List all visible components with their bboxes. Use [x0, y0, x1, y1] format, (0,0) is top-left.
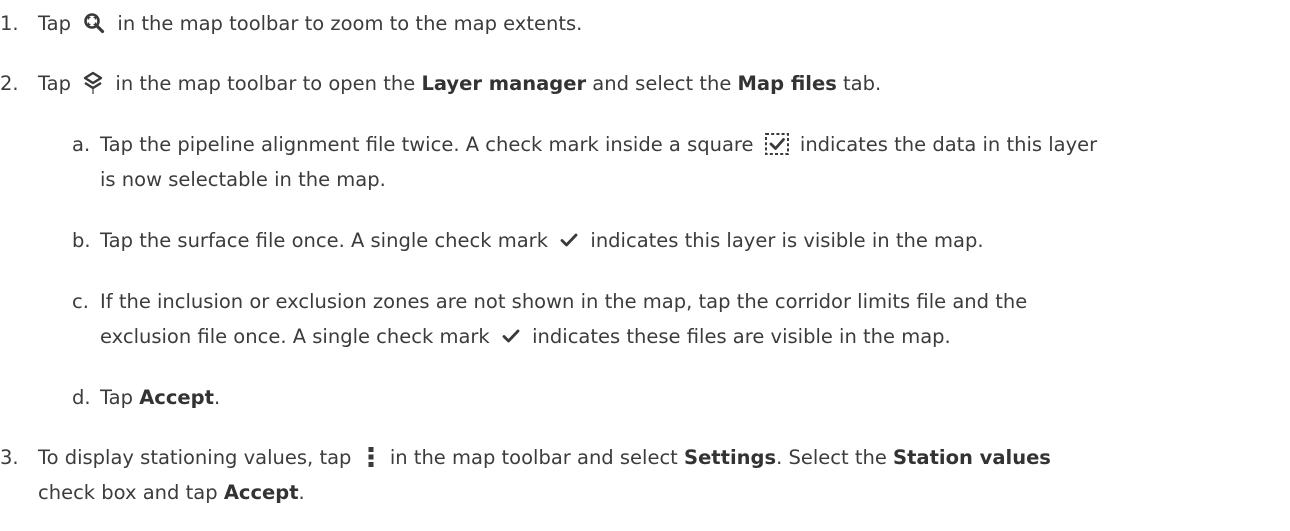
- layers-icon: [83, 71, 103, 95]
- step-2-text-f: tab.: [843, 72, 882, 95]
- substep-c-line2-post: indicates these files are visible in the…: [532, 325, 951, 348]
- substep-c-line2-pre: exclusion file once. A single check mark: [100, 325, 490, 348]
- selectable-check-icon: [764, 132, 790, 156]
- map-files-tab-label: Map files: [737, 72, 837, 95]
- substep-d-text-pre: Tap: [100, 386, 134, 409]
- substep-letter: b.: [72, 229, 91, 252]
- zoom-extents-icon: [83, 12, 105, 34]
- step-3-text-a: To display stationing values, tap: [38, 446, 352, 469]
- step-2-text-b: in the map toolbar to open the: [115, 72, 416, 95]
- step-1-text-b: in the map toolbar to zoom to the map ex…: [117, 12, 583, 35]
- substep-a-line1: Tap the pipeline alignment file twice. A…: [100, 133, 754, 156]
- accept-label: Accept: [223, 481, 299, 504]
- substep-b-text-post: indicates this layer is visible in the m…: [590, 229, 984, 252]
- layer-manager-label: Layer manager: [421, 72, 587, 95]
- accept-label: Accept: [139, 386, 214, 409]
- step-1-text-a: Tap: [38, 12, 72, 35]
- step-number: 3.: [0, 446, 19, 469]
- substep-b-text-pre: Tap the surface file once. A single chec…: [100, 229, 548, 252]
- step-2-text-a: Tap: [38, 72, 72, 95]
- substep-c-line1: If the inclusion or exclusion zones are …: [100, 290, 1028, 313]
- step-2-text-d: and select the: [592, 72, 732, 95]
- step-3-line2-a: check box and tap: [38, 481, 218, 504]
- settings-label: Settings: [684, 446, 777, 469]
- substep-letter: c.: [72, 290, 89, 313]
- substep-a-line2: is now selectable in the map.: [100, 168, 386, 191]
- check-icon: [560, 232, 578, 248]
- step-3-text-d: . Select the: [776, 446, 887, 469]
- step-3-line2-c: .: [298, 481, 305, 504]
- step-number: 1.: [0, 12, 19, 35]
- step-3-text-b: in the map toolbar and select: [389, 446, 678, 469]
- check-icon: [502, 328, 520, 344]
- step-number: 2.: [0, 72, 19, 95]
- more-vertical-icon: [368, 446, 374, 468]
- substep-letter: d.: [72, 386, 91, 409]
- substep-letter: a.: [72, 133, 91, 156]
- station-values-label: Station values: [893, 446, 1051, 469]
- substep-a-line1-end: indicates the data in this layer: [799, 133, 1098, 156]
- substep-d-text-post: .: [213, 386, 221, 409]
